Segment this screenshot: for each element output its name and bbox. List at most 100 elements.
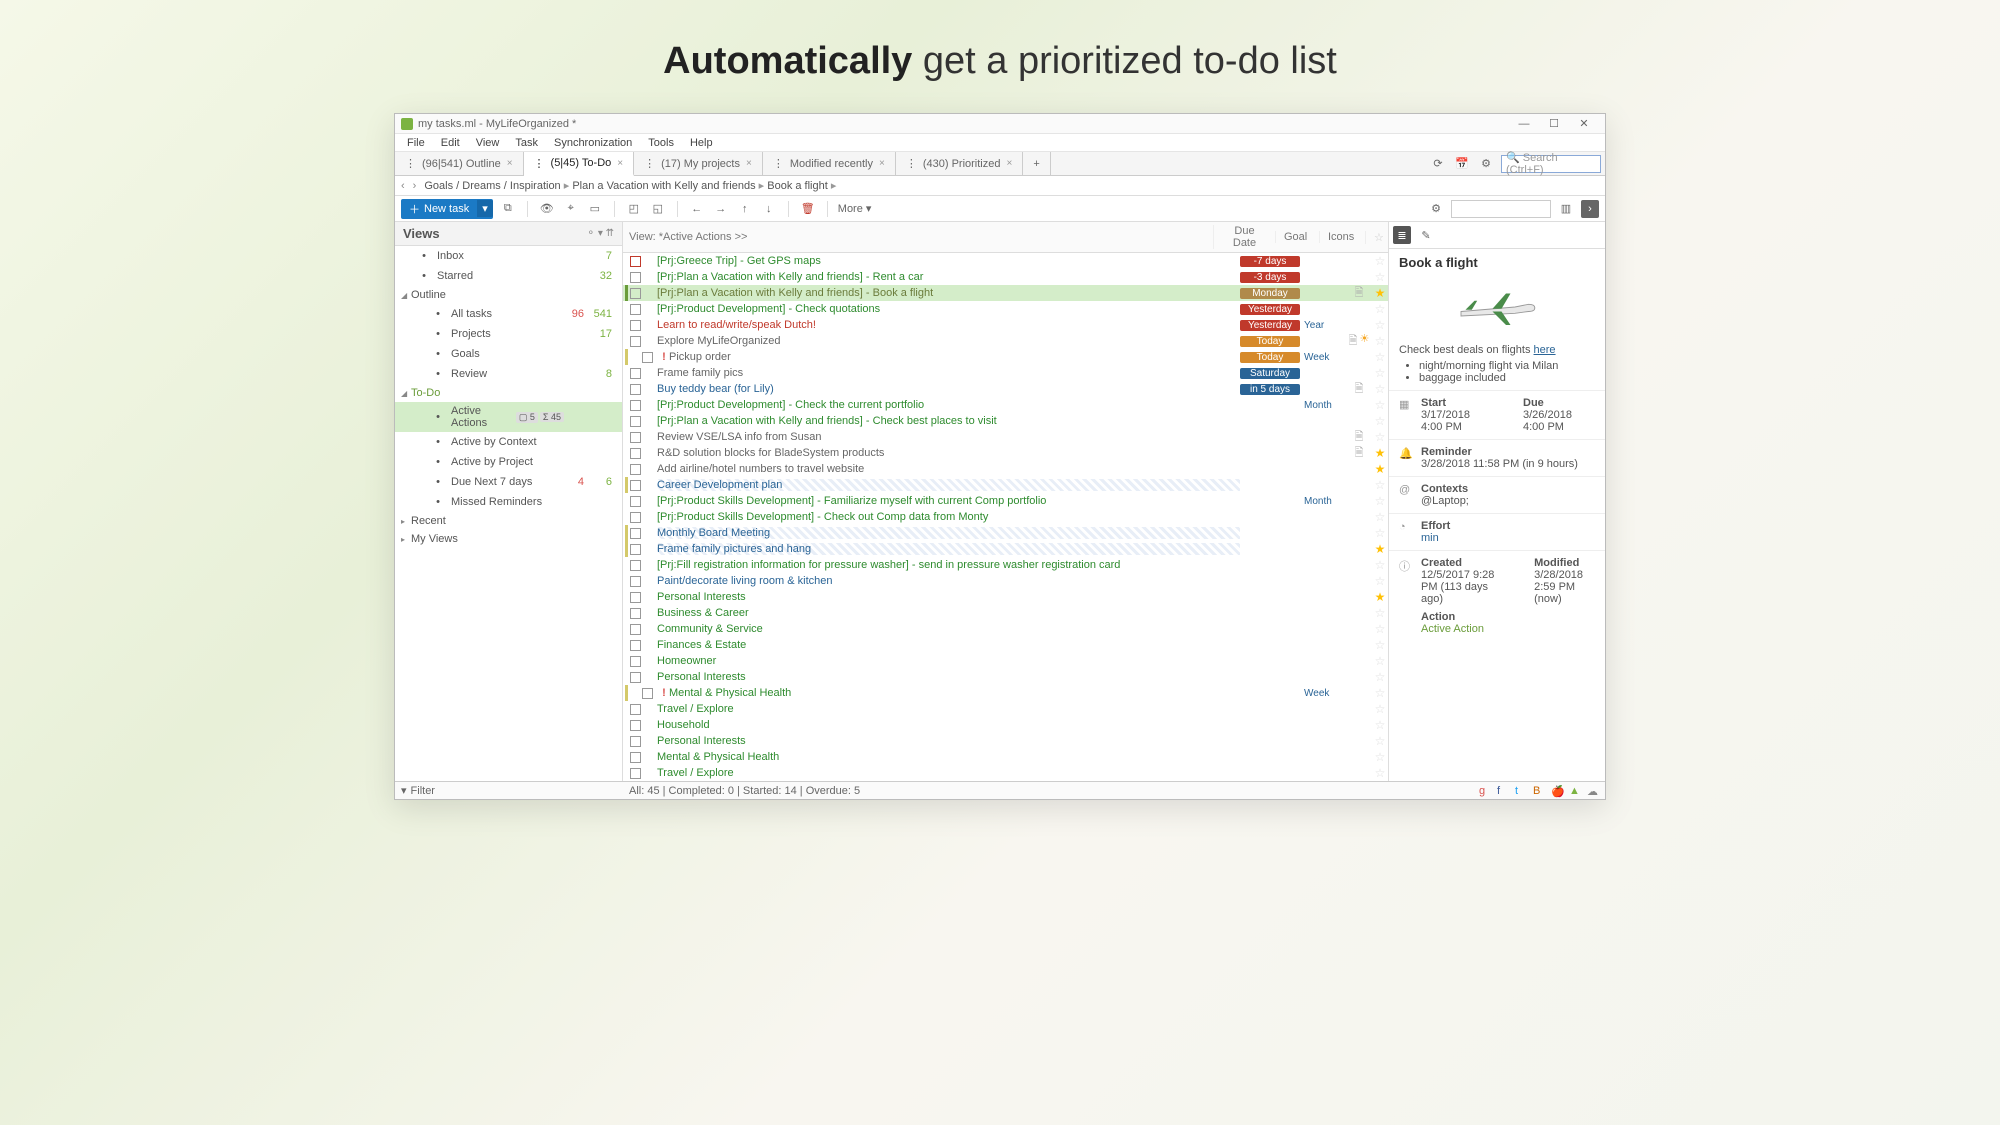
tab-close-icon[interactable]: × [746, 158, 752, 169]
star-icon[interactable]: ★ [1374, 446, 1386, 460]
task-row[interactable]: Finances & Estate☆ [623, 637, 1388, 653]
checkbox[interactable] [630, 640, 641, 651]
focus-icon[interactable]: ⌖ [562, 200, 580, 218]
task-row[interactable]: Business & Career☆ [623, 605, 1388, 621]
tab-close-icon[interactable]: × [1006, 158, 1012, 169]
breadcrumb-item[interactable]: Book a flight [767, 180, 828, 192]
task-row[interactable]: [Prj:Product Development] - Check quotat… [623, 301, 1388, 317]
google-icon[interactable]: g [1479, 785, 1491, 797]
expand-panel-icon[interactable]: › [1581, 200, 1599, 218]
checkbox[interactable] [630, 320, 641, 331]
sidebar-item[interactable]: •Active by Context [395, 432, 622, 452]
checkbox[interactable] [630, 736, 641, 747]
checkbox[interactable] [630, 560, 641, 571]
checkbox[interactable] [630, 256, 641, 267]
todo-section[interactable]: ◢To-Do [395, 384, 622, 402]
task-row[interactable]: Mental & Physical Health☆ [623, 749, 1388, 765]
tab[interactable]: ⋮(96|541) Outline× [395, 152, 524, 175]
arrow-up-icon[interactable]: ↑ [736, 200, 754, 218]
breadcrumb[interactable]: Goals / Dreams / Inspiration ▸ Plan a Va… [424, 179, 836, 192]
sidebar-item[interactable]: •Due Next 7 days46 [395, 472, 622, 492]
maximize-button[interactable]: ☐ [1539, 117, 1569, 130]
checkbox[interactable] [630, 480, 641, 491]
task-row[interactable]: [Prj:Plan a Vacation with Kelly and frie… [623, 269, 1388, 285]
task-row[interactable]: R&D solution blocks for BladeSystem prod… [623, 445, 1388, 461]
checkbox[interactable] [630, 752, 641, 763]
checkbox[interactable] [630, 528, 641, 539]
star-icon[interactable]: ☆ [1374, 766, 1386, 780]
checkbox[interactable] [642, 352, 653, 363]
task-row[interactable]: [Prj:Product Skills Development] - Check… [623, 509, 1388, 525]
close-button[interactable]: ✕ [1569, 117, 1599, 130]
checkbox[interactable] [630, 272, 641, 283]
task-row[interactable]: Homeowner☆ [623, 653, 1388, 669]
task-row[interactable]: [Prj:Fill registration information for p… [623, 557, 1388, 573]
tab[interactable]: ⋮(430) Prioritized× [896, 152, 1023, 175]
search-input[interactable]: 🔍 Search (Ctrl+F) [1501, 155, 1601, 173]
star-icon[interactable]: ☆ [1374, 686, 1386, 700]
task-row[interactable]: Personal Interests☆ [623, 669, 1388, 685]
checkbox[interactable] [630, 592, 641, 603]
checkbox[interactable] [630, 576, 641, 587]
sidebar-item[interactable]: •Goals [395, 344, 622, 364]
nav-fwd-icon[interactable]: › [413, 180, 417, 192]
settings-icon[interactable]: ⚙ [1477, 155, 1495, 173]
task-row[interactable]: Career Development plan☆ [623, 477, 1388, 493]
checkbox[interactable] [630, 768, 641, 779]
edit-icon[interactable]: ✎ [1417, 226, 1435, 244]
task-row[interactable]: Travel / Explore☆ [623, 701, 1388, 717]
task-row[interactable]: Add airline/hotel numbers to travel webs… [623, 461, 1388, 477]
sidebar-item[interactable]: •Projects17 [395, 324, 622, 344]
menu-tools[interactable]: Tools [640, 134, 682, 151]
menu-view[interactable]: View [468, 134, 508, 151]
checkbox[interactable] [630, 624, 641, 635]
task-row[interactable]: Explore MyLifeOrganizedToday🗎☀☆ [623, 333, 1388, 349]
task-row[interactable]: Household☆ [623, 717, 1388, 733]
more-button[interactable]: More ▾ [838, 202, 872, 215]
menu-synchronization[interactable]: Synchronization [546, 134, 640, 151]
task-row[interactable]: !Mental & Physical HealthWeek☆ [623, 685, 1388, 701]
tab-close-icon[interactable]: × [507, 158, 513, 169]
star-icon[interactable]: ☆ [1374, 622, 1386, 636]
star-icon[interactable]: ☆ [1374, 734, 1386, 748]
indent-icon[interactable]: ◱ [649, 200, 667, 218]
detail-link[interactable]: here [1534, 344, 1556, 356]
menu-edit[interactable]: Edit [433, 134, 468, 151]
task-row[interactable]: [Prj:Product Skills Development] - Famil… [623, 493, 1388, 509]
col-icons[interactable]: Icons [1319, 231, 1365, 243]
tab-close-icon[interactable]: × [617, 158, 623, 169]
gear-icon[interactable]: ⚙ [1427, 200, 1445, 218]
new-task-button[interactable]: ＋ New task▾ [401, 199, 493, 219]
nav-back-icon[interactable]: ‹ [401, 180, 405, 192]
task-row[interactable]: Buy teddy bear (for Lily)in 5 days🗎☆ [623, 381, 1388, 397]
task-row[interactable]: [Prj:Plan a Vacation with Kelly and frie… [623, 413, 1388, 429]
star-icon[interactable]: ☆ [1374, 718, 1386, 732]
arrow-right-icon[interactable]: → [712, 200, 730, 218]
menu-task[interactable]: Task [507, 134, 546, 151]
minimize-button[interactable]: — [1509, 118, 1539, 130]
filter-label[interactable]: Filter [411, 785, 435, 797]
star-icon[interactable]: ☆ [1374, 302, 1386, 316]
star-icon[interactable]: ★ [1374, 462, 1386, 476]
tab[interactable]: ⋮(5|45) To-Do× [524, 152, 635, 176]
checkbox[interactable] [630, 544, 641, 555]
checkbox[interactable] [630, 448, 641, 459]
sidebar-item[interactable]: •Review8 [395, 364, 622, 384]
menu-help[interactable]: Help [682, 134, 721, 151]
checkbox[interactable] [630, 416, 641, 427]
checkbox[interactable] [630, 400, 641, 411]
col-star-icon[interactable]: ☆ [1365, 231, 1382, 244]
task-row[interactable]: !Pickup orderTodayWeek☆ [623, 349, 1388, 365]
recent-section[interactable]: ▸Recent [395, 512, 622, 530]
task-row[interactable]: [Prj:Greece Trip] - Get GPS maps-7 days☆ [623, 253, 1388, 269]
calendar-icon[interactable]: 📅 [1453, 155, 1471, 173]
star-icon[interactable]: ★ [1374, 286, 1386, 300]
tab[interactable]: ⋮(17) My projects× [634, 152, 763, 175]
columns-icon[interactable]: ▥ [1557, 200, 1575, 218]
star-icon[interactable]: ★ [1374, 590, 1386, 604]
sidebar-item[interactable]: •Inbox7 [395, 246, 622, 266]
checkbox[interactable] [630, 464, 641, 475]
cloud-icon[interactable]: ☁ [1587, 785, 1599, 797]
checkbox[interactable] [630, 656, 641, 667]
views-options-icon[interactable]: ⚬ ▾ ⇈ [587, 228, 614, 239]
